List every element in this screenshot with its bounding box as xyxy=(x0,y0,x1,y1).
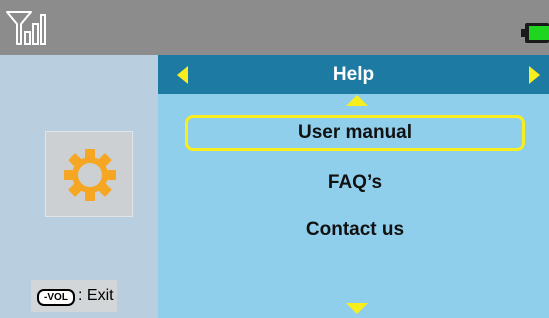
scroll-up-icon[interactable] xyxy=(346,95,368,106)
exit-label: : Exit xyxy=(78,287,114,304)
arrow-right-icon[interactable] xyxy=(529,66,540,84)
status-bar xyxy=(0,0,549,55)
help-menu-panel: Help User manual FAQ’s Contact us xyxy=(158,55,549,318)
menu-item-contact-us[interactable]: Contact us xyxy=(185,213,525,249)
settings-app-tile xyxy=(45,131,133,217)
menu-header: Help xyxy=(158,55,549,94)
signal-bars-icon xyxy=(6,11,46,45)
gear-icon xyxy=(64,149,116,201)
scroll-down-icon[interactable] xyxy=(346,303,368,314)
vol-down-key-icon: -VOL xyxy=(37,289,75,306)
menu-title: Help xyxy=(332,64,375,85)
menu-item-faqs[interactable]: FAQ’s xyxy=(185,166,525,202)
menu-item-user-manual[interactable]: User manual xyxy=(185,115,525,151)
battery-icon xyxy=(521,23,549,43)
sidebar: -VOL : Exit xyxy=(0,55,158,318)
phone-screen: -VOL : Exit Help User manual FAQ’s Conta… xyxy=(0,0,549,318)
exit-hint: -VOL : Exit xyxy=(31,280,117,312)
